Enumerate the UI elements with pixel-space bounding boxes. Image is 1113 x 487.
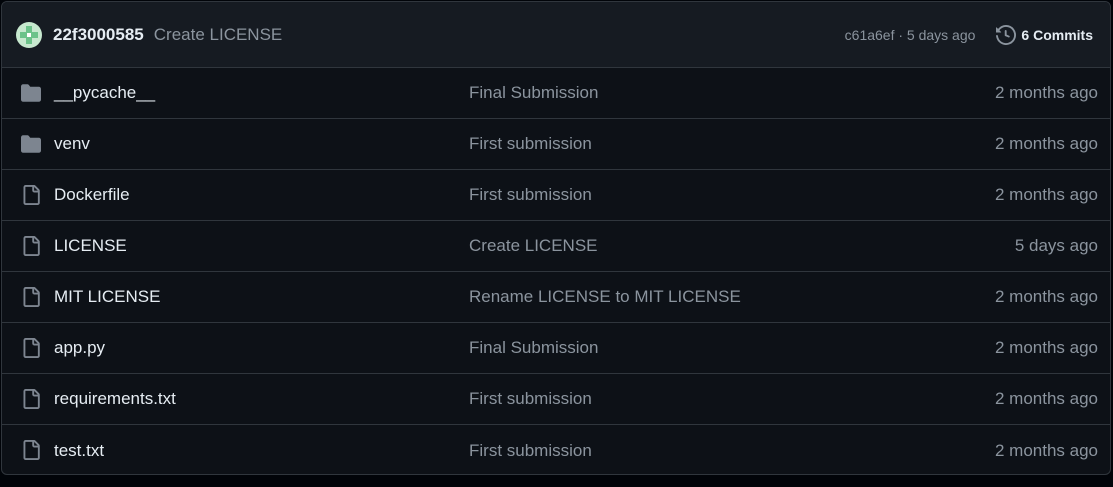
file-icon — [20, 287, 42, 307]
file-name-link[interactable]: LICENSE — [54, 236, 127, 256]
file-icon — [20, 338, 42, 358]
file-row[interactable]: LICENSE Create LICENSE 5 days ago — [2, 221, 1110, 272]
latest-commit-bar: 22f3000585 Create LICENSE c61a6ef · 5 da… — [2, 2, 1110, 68]
file-commit-message-link[interactable]: First submission — [469, 441, 592, 461]
file-name-link[interactable]: MIT LICENSE — [54, 287, 160, 307]
file-commit-age: 2 months ago — [994, 338, 1098, 357]
file-name-link[interactable]: requirements.txt — [54, 389, 176, 409]
file-row[interactable]: app.py Final Submission 2 months ago — [2, 323, 1110, 374]
file-commit-message-link[interactable]: Final Submission — [469, 338, 598, 358]
file-browser: 22f3000585 Create LICENSE c61a6ef · 5 da… — [1, 1, 1111, 475]
file-name-link[interactable]: __pycache__ — [54, 83, 155, 103]
file-row[interactable]: MIT LICENSE Rename LICENSE to MIT LICENSE… — [2, 272, 1110, 323]
file-name-link[interactable]: venv — [54, 134, 90, 154]
file-icon — [20, 440, 42, 460]
commits-count-label: 6 Commits — [1021, 26, 1093, 43]
file-row[interactable]: test.txt First submission 2 months ago — [2, 425, 1110, 474]
file-commit-age: 2 months ago — [994, 389, 1098, 408]
file-commit-message-link[interactable]: First submission — [469, 185, 592, 205]
file-icon — [20, 236, 42, 256]
file-commit-message-link[interactable]: First submission — [469, 389, 592, 409]
latest-commit-message[interactable]: Create LICENSE — [154, 25, 283, 45]
file-commit-message-link[interactable]: Create LICENSE — [469, 236, 598, 256]
file-commit-message-link[interactable]: Final Submission — [469, 83, 598, 103]
folder-icon — [20, 83, 42, 103]
file-commit-message-link[interactable]: First submission — [469, 134, 592, 154]
file-commit-age: 2 months ago — [994, 134, 1098, 153]
file-row[interactable]: __pycache__ Final Submission 2 months ago — [2, 68, 1110, 119]
file-name-link[interactable]: Dockerfile — [54, 185, 130, 205]
file-commit-age: 2 months ago — [994, 185, 1098, 204]
file-row[interactable]: requirements.txt First submission 2 months… — [2, 374, 1110, 425]
file-commit-age: 2 months ago — [994, 287, 1098, 306]
file-commit-age: 2 months ago — [994, 440, 1098, 460]
file-row[interactable]: Dockerfile First submission 2 months ago — [2, 170, 1110, 221]
folder-icon — [20, 134, 42, 154]
file-icon — [20, 389, 42, 409]
commit-hash-and-age[interactable]: c61a6ef · 5 days ago — [845, 27, 976, 43]
file-name-link[interactable]: test.txt — [54, 441, 104, 461]
file-commit-age: 5 days ago — [1014, 236, 1098, 255]
file-list: __pycache__ Final Submission 2 months ago v… — [2, 68, 1110, 474]
file-name-link[interactable]: app.py — [54, 338, 105, 358]
file-row[interactable]: venv First submission 2 months ago — [2, 119, 1110, 170]
avatar[interactable] — [16, 21, 42, 48]
file-commit-message-link[interactable]: Rename LICENSE to MIT LICENSE — [469, 287, 741, 307]
history-icon — [996, 24, 1017, 45]
commit-author-link[interactable]: 22f3000585 — [53, 25, 144, 45]
commits-history-link[interactable]: 6 Commits — [996, 24, 1093, 45]
file-icon — [20, 185, 42, 205]
file-commit-age: 2 months ago — [994, 83, 1098, 102]
